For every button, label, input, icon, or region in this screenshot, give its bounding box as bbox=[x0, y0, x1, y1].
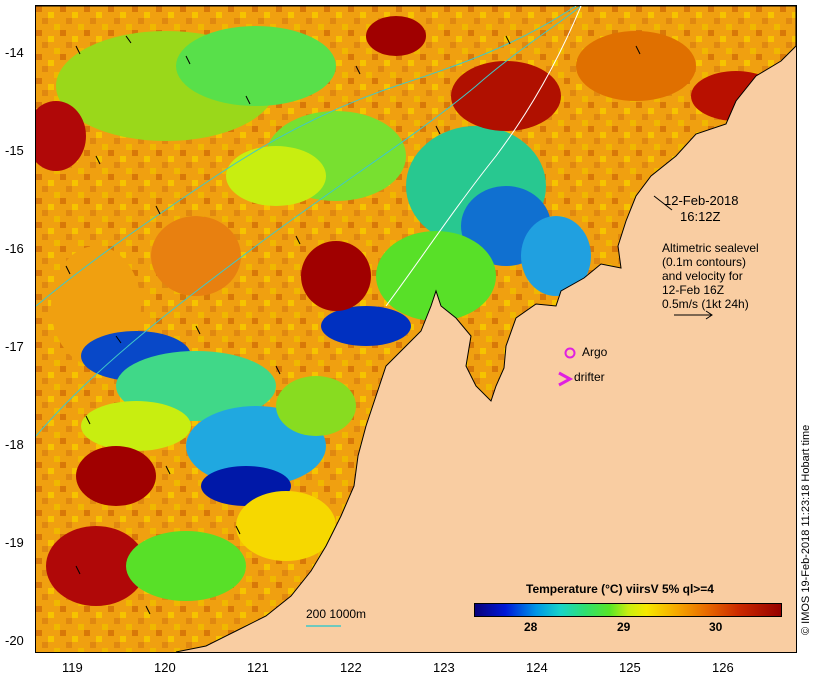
lat-tick-19: -19 bbox=[5, 535, 24, 550]
lat-tick-16: -16 bbox=[5, 241, 24, 256]
sst-map bbox=[35, 5, 797, 653]
temperature-colorbar bbox=[474, 603, 782, 617]
scale-bar-label: 200 1000m bbox=[306, 607, 367, 621]
lon-tick-126: 126 bbox=[712, 660, 734, 675]
timestamp-time: 16:12Z bbox=[680, 209, 721, 224]
sealevel-note-line3: and velocity for bbox=[662, 269, 743, 283]
colorbar-tick-29: 29 bbox=[617, 620, 631, 634]
lon-tick-121: 121 bbox=[247, 660, 269, 675]
sealevel-note-line5: 0.5m/s (1kt 24h) bbox=[662, 297, 749, 311]
legend-drifter-label: drifter bbox=[574, 370, 605, 384]
colorbar-tick-30: 30 bbox=[709, 620, 723, 634]
lon-tick-120: 120 bbox=[154, 660, 176, 675]
lon-tick-123: 123 bbox=[433, 660, 455, 675]
lat-tick-15: -15 bbox=[5, 143, 24, 158]
sealevel-note-line4: 12-Feb 16Z bbox=[662, 283, 725, 297]
lon-tick-124: 124 bbox=[526, 660, 548, 675]
sealevel-note-line2: (0.1m contours) bbox=[662, 255, 747, 269]
sealevel-note-line1: Altimetric sealevel bbox=[662, 241, 759, 255]
credit-text: © IMOS 19-Feb-2018 11:23:18 Hobart time bbox=[800, 424, 812, 635]
lon-tick-119: 119 bbox=[62, 660, 83, 675]
lon-tick-122: 122 bbox=[340, 660, 362, 675]
timestamp-date: 12-Feb-2018 bbox=[664, 193, 739, 208]
lat-tick-17: -17 bbox=[5, 339, 24, 354]
colorbar-title: Temperature (°C) viirsV 5% ql>=4 bbox=[526, 582, 714, 596]
lat-tick-18: -18 bbox=[5, 437, 24, 452]
sst-map-canvas bbox=[36, 6, 796, 652]
colorbar-tick-28: 28 bbox=[524, 620, 538, 634]
lon-tick-125: 125 bbox=[619, 660, 641, 675]
legend-argo-label: Argo bbox=[582, 345, 608, 359]
lat-tick-20: -20 bbox=[5, 633, 24, 648]
lat-tick-14: -14 bbox=[5, 45, 24, 60]
